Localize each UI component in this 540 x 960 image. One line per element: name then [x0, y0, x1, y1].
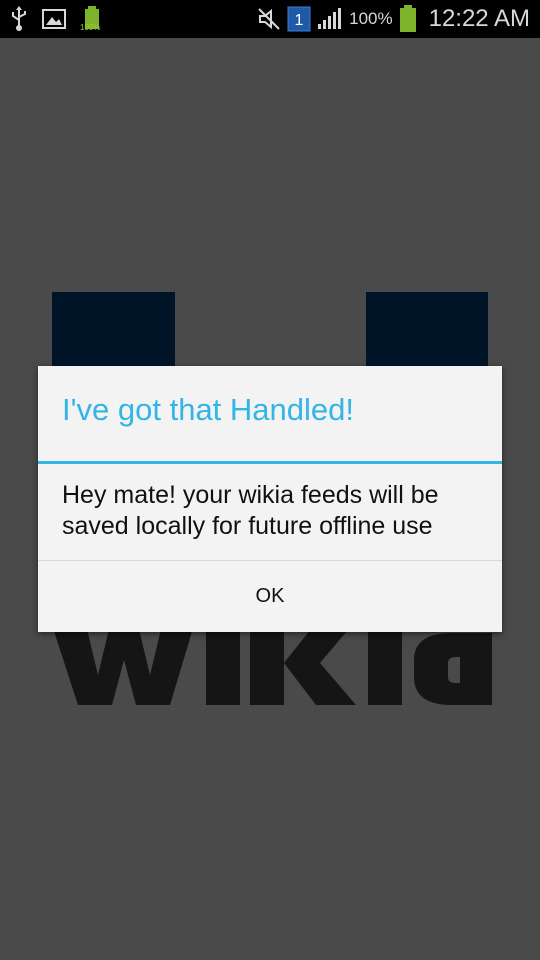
clock: 12:22 AM	[428, 5, 530, 32]
status-bar-left: 100%	[10, 0, 104, 38]
wikia-logo-left-bracket	[52, 292, 175, 372]
dialog-message: Hey mate! your wikia feeds will be saved…	[62, 481, 439, 540]
sim-icon: 1	[287, 6, 311, 32]
small-battery-label: 100%	[80, 23, 101, 32]
alert-dialog: I've got that Handled! Hey mate! your wi…	[38, 366, 502, 632]
status-bar-right: 1 100% 12:22 AM	[257, 0, 530, 38]
ok-button[interactable]: OK	[38, 561, 502, 632]
image-icon	[42, 8, 66, 30]
sim-label: 1	[295, 12, 304, 29]
dialog-title: I've got that Handled!	[62, 392, 355, 427]
status-bar: 100% 1 100% 12:22 AM	[0, 0, 540, 38]
battery-percent: 100%	[349, 9, 393, 28]
mute-icon	[257, 7, 281, 31]
dialog-title-divider	[38, 461, 502, 464]
signal-icon	[317, 7, 343, 31]
battery-icon	[399, 5, 417, 33]
battery-small-icon: 100%	[80, 4, 104, 34]
usb-icon	[10, 6, 28, 32]
wikia-logo-right-bracket	[366, 292, 488, 372]
